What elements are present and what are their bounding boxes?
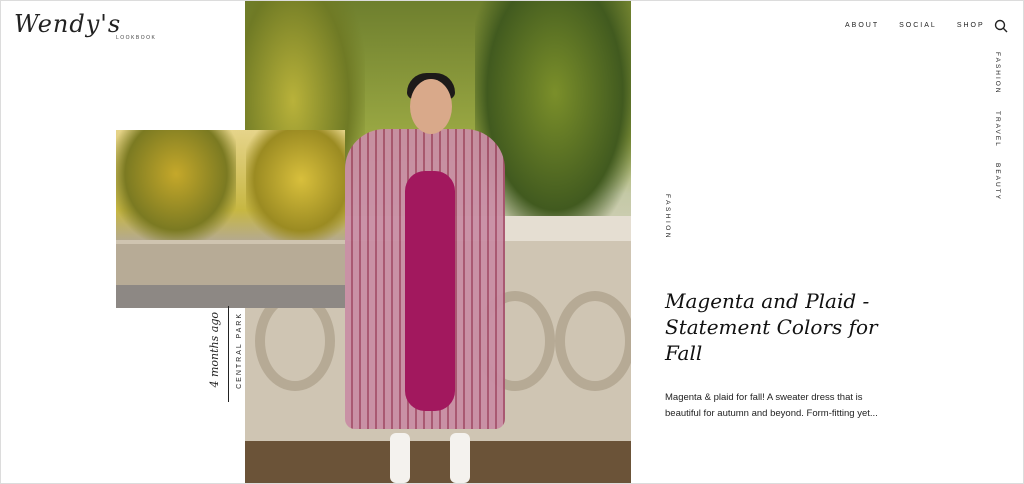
post-category[interactable]: FASHION	[664, 194, 671, 240]
post-location: CENTRAL PARK	[236, 312, 243, 389]
inset-image[interactable]	[116, 130, 345, 308]
inset-balustrade	[116, 240, 345, 289]
caption-divider	[228, 306, 229, 402]
post-date: 4 months ago	[208, 312, 221, 388]
post-title[interactable]: Magenta and Plaid - Statement Colors for…	[665, 288, 885, 366]
inset-path	[116, 285, 345, 308]
top-nav: ABOUT SOCIAL SHOP	[845, 22, 985, 29]
hero-model-boot	[390, 433, 410, 483]
logo-subtitle: LOOKBOOK	[116, 35, 157, 41]
nav-fashion[interactable]: FASHION	[994, 52, 1001, 95]
logo-script: Wendy's	[14, 10, 122, 38]
search-icon[interactable]	[994, 19, 1008, 33]
hero-model-boot	[450, 433, 470, 483]
hero-ground	[245, 441, 631, 483]
hero-model-dress	[405, 171, 455, 411]
hero-arch	[555, 291, 631, 391]
site-logo[interactable]: Wendy's LOOKBOOK	[14, 10, 157, 44]
hero-model-head	[410, 79, 452, 134]
vertical-nav: FASHION TRAVEL BEAUTY	[994, 52, 1004, 217]
nav-beauty[interactable]: BEAUTY	[994, 163, 1001, 201]
post-excerpt: Magenta & plaid for fall! A sweater dres…	[665, 391, 878, 419]
inset-trees-right	[246, 130, 345, 240]
nav-social[interactable]: SOCIAL	[899, 22, 937, 29]
nav-travel[interactable]: TRAVEL	[994, 111, 1001, 148]
nav-about[interactable]: ABOUT	[845, 22, 879, 29]
inset-trees-left	[116, 130, 236, 240]
nav-shop[interactable]: SHOP	[957, 22, 985, 29]
